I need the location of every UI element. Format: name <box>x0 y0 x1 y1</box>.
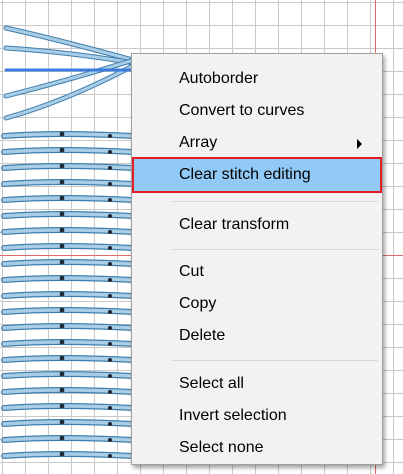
menu-item-label: Array <box>179 134 218 151</box>
stitch-knot <box>59 259 65 265</box>
stitch-row <box>2 452 134 458</box>
menu-item-label: Invert selection <box>179 407 287 424</box>
stitch-row <box>2 228 134 234</box>
menu-item-clear-transform[interactable]: Clear transform <box>132 209 382 241</box>
stitch-knot <box>108 358 112 362</box>
stitch-knot <box>108 310 112 314</box>
stitch-knot <box>108 294 112 298</box>
menu-item-label: Autoborder <box>179 70 259 87</box>
stitch-knot <box>59 163 65 169</box>
stitch-knot <box>59 307 65 313</box>
submenu-arrow-icon <box>357 139 362 149</box>
stitch-knot <box>108 454 112 458</box>
stitch-row <box>2 404 134 410</box>
stitch-knot <box>59 211 65 217</box>
stitch-strand <box>4 56 142 98</box>
stitch-row <box>2 356 134 362</box>
stitch-knot <box>108 134 112 138</box>
stitch-knot <box>108 326 112 330</box>
stitch-row <box>2 276 134 282</box>
menu-item-clear-stitch-editing[interactable]: Clear stitch editing <box>132 157 382 193</box>
stitch-knot <box>108 374 112 378</box>
stitch-knot <box>59 195 65 201</box>
stitch-row <box>2 244 134 250</box>
menu-item-label: Delete <box>179 327 226 344</box>
stitch-knot <box>59 371 65 377</box>
stitch-row <box>2 148 134 154</box>
stitch-knot <box>108 262 112 266</box>
stitch-knot <box>59 275 65 281</box>
stitch-knot <box>59 355 65 361</box>
stitch-knot <box>108 166 112 170</box>
stitch-row <box>2 308 134 314</box>
stitch-knot <box>108 214 112 218</box>
stitch-row <box>2 436 134 442</box>
stitch-row <box>2 420 134 426</box>
menu-item-select-none[interactable]: Select none <box>132 432 382 464</box>
menu-item-cut[interactable]: Cut <box>132 256 382 288</box>
stitch-row <box>2 388 134 394</box>
menu-item-label: Select none <box>179 439 264 456</box>
stitch-knot <box>59 339 65 345</box>
stitch-row <box>2 292 134 298</box>
menu-item-select-all[interactable]: Select all <box>132 368 382 400</box>
menu-item-label: Copy <box>179 295 217 312</box>
menu-item-label: Convert to curves <box>179 102 305 119</box>
stitch-knot <box>108 198 112 202</box>
stitch-knot <box>59 387 65 393</box>
stitch-knot <box>59 403 65 409</box>
menu-item-copy[interactable]: Copy <box>132 288 382 320</box>
stitch-row <box>2 132 134 138</box>
stitch-knot <box>59 147 65 153</box>
context-menu: Autoborder Convert to curves Array Clear… <box>131 53 383 465</box>
stitch-row <box>2 372 134 378</box>
stitch-knot <box>59 131 65 137</box>
menu-item-delete[interactable]: Delete <box>132 320 382 352</box>
menu-item-autoborder[interactable]: Autoborder <box>132 63 382 95</box>
stitch-knot <box>59 435 65 441</box>
stitch-knot <box>108 422 112 426</box>
stitch-knot <box>59 243 65 249</box>
stitch-row <box>2 196 134 202</box>
stitch-knot <box>59 419 65 425</box>
stitch-knot <box>59 291 65 297</box>
stitch-knot <box>108 390 112 394</box>
stitch-knot <box>59 323 65 329</box>
menu-item-label: Clear transform <box>179 216 290 233</box>
stitch-knot <box>59 451 65 457</box>
menu-separator <box>172 360 378 361</box>
stitch-knot <box>108 438 112 442</box>
menu-separator <box>172 249 378 250</box>
stitch-knot <box>59 227 65 233</box>
stitch-row <box>2 260 134 266</box>
stitch-row <box>2 324 134 330</box>
stitch-knot <box>108 278 112 282</box>
stitch-knot <box>59 179 65 185</box>
stitch-knot <box>108 342 112 346</box>
stitch-knot <box>108 150 112 154</box>
menu-item-label: Select all <box>179 375 244 392</box>
stitch-knot <box>108 406 112 410</box>
stitch-knot <box>108 230 112 234</box>
menu-item-array[interactable]: Array <box>132 127 382 159</box>
menu-item-invert-selection[interactable]: Invert selection <box>132 400 382 432</box>
menu-item-label: Cut <box>179 263 204 280</box>
menu-separator <box>172 201 378 202</box>
menu-item-label: Clear stitch editing <box>179 166 311 183</box>
stitch-knot <box>108 182 112 186</box>
stitch-row <box>2 340 134 346</box>
menu-item-convert-to-curves[interactable]: Convert to curves <box>132 95 382 127</box>
stitch-row <box>2 212 134 218</box>
stitch-strand <box>4 26 142 64</box>
stitch-row <box>2 164 134 170</box>
stitch-row <box>2 180 134 186</box>
stitch-knot <box>108 246 112 250</box>
